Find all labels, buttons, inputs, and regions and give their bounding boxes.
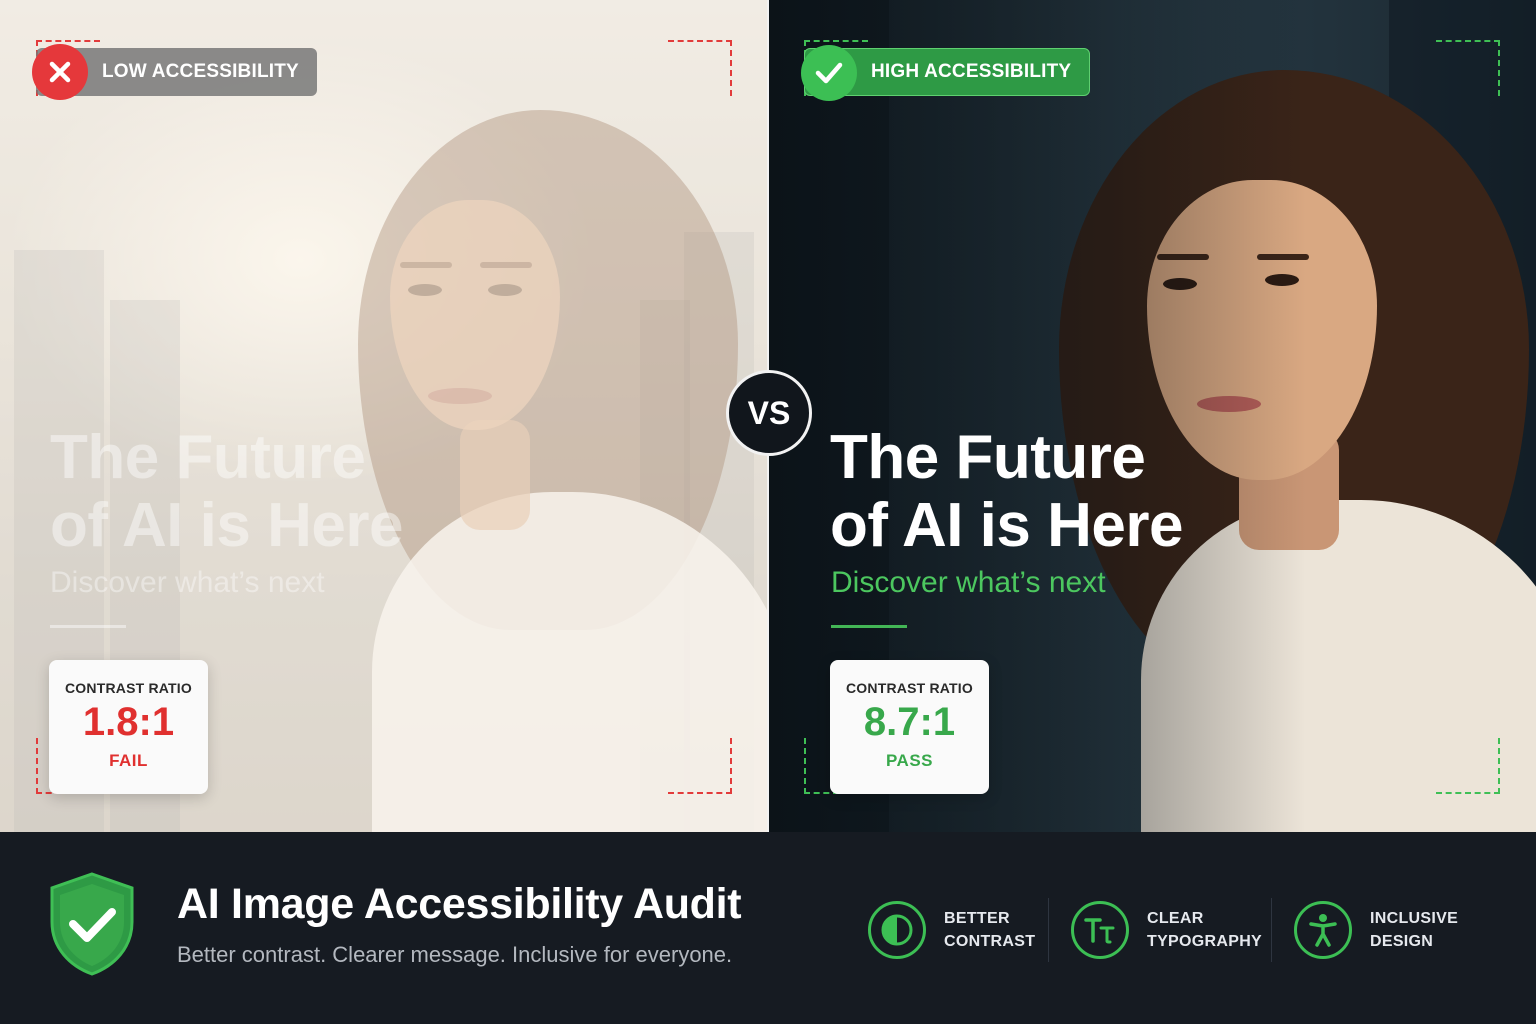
- feature-label-line: DESIGN: [1370, 933, 1434, 950]
- feature-separator: [1271, 898, 1272, 962]
- footer-subtitle: Better contrast. Clearer message. Inclus…: [177, 942, 733, 967]
- contrast-ratio-value: 1.8:1: [82, 700, 175, 744]
- accessibility-icon: [1294, 901, 1352, 959]
- feature-better-contrast: BETTER CONTRAST: [868, 900, 1064, 960]
- feature-label-line: CLEAR: [1147, 910, 1204, 927]
- vs-badge: VS: [726, 370, 812, 456]
- accent-rule: [50, 625, 126, 628]
- contrast-result: PASS: [885, 751, 934, 770]
- headline-line: The Future: [50, 423, 366, 492]
- high-accessibility-badge: HIGH ACCESSIBILITY: [801, 45, 1091, 101]
- frame-corner: [1436, 738, 1500, 794]
- contrast-ratio-card-fail: CONTRAST RATIO 1.8:1 FAIL: [49, 660, 208, 794]
- feature-label: BETTER CONTRAST: [944, 907, 1064, 953]
- headline-high-contrast: The Future of AI is Here: [830, 424, 1183, 560]
- footer-bar: AI Image Accessibility Audit Better cont…: [0, 832, 1536, 1024]
- contrast-icon: [868, 901, 926, 959]
- frame-corner: [668, 40, 732, 96]
- comparison-stage: The Future of AI is Here Discover what’s…: [0, 0, 1536, 832]
- headline-low-contrast: The Future of AI is Here: [50, 424, 403, 560]
- badge-label: LOW ACCESSIBILITY: [102, 61, 299, 82]
- contrast-ratio-label: CONTRAST RATIO: [65, 680, 192, 696]
- contrast-ratio-card-pass: CONTRAST RATIO 8.7:1 PASS: [830, 660, 989, 794]
- headline-line: The Future: [830, 423, 1146, 492]
- low-accessibility-panel: The Future of AI is Here Discover what’s…: [0, 0, 767, 832]
- feature-label-line: INCLUSIVE: [1370, 910, 1459, 927]
- typography-icon: [1071, 901, 1129, 959]
- contrast-result: FAIL: [109, 751, 148, 770]
- frame-corner: [1436, 40, 1500, 96]
- contrast-ratio-label: CONTRAST RATIO: [846, 680, 973, 696]
- feature-label: CLEAR TYPOGRAPHY: [1147, 907, 1267, 953]
- feature-label: INCLUSIVE DESIGN: [1370, 907, 1490, 953]
- subheadline-low-contrast: Discover what’s next: [50, 566, 325, 599]
- contrast-ratio-value: 8.7:1: [863, 700, 956, 744]
- feature-inclusive-design: INCLUSIVE DESIGN: [1294, 900, 1490, 960]
- check-icon: [801, 45, 857, 101]
- headline-line: of AI is Here: [50, 491, 403, 560]
- feature-separator: [1048, 898, 1049, 962]
- footer-title: AI Image Accessibility Audit: [177, 880, 742, 928]
- feature-label-line: CONTRAST: [944, 933, 1036, 950]
- feature-label-line: BETTER: [944, 910, 1010, 927]
- subheadline-high-contrast: Discover what’s next: [831, 566, 1106, 599]
- x-icon: [32, 44, 88, 100]
- low-accessibility-badge: LOW ACCESSIBILITY: [32, 44, 317, 100]
- feature-label-line: TYPOGRAPHY: [1147, 933, 1263, 950]
- headline-line: of AI is Here: [830, 491, 1183, 560]
- shield-check-icon: [50, 872, 134, 976]
- accent-rule: [831, 625, 907, 628]
- badge-label: HIGH ACCESSIBILITY: [871, 61, 1072, 82]
- frame-corner: [668, 738, 732, 794]
- feature-clear-typography: CLEAR TYPOGRAPHY: [1071, 900, 1267, 960]
